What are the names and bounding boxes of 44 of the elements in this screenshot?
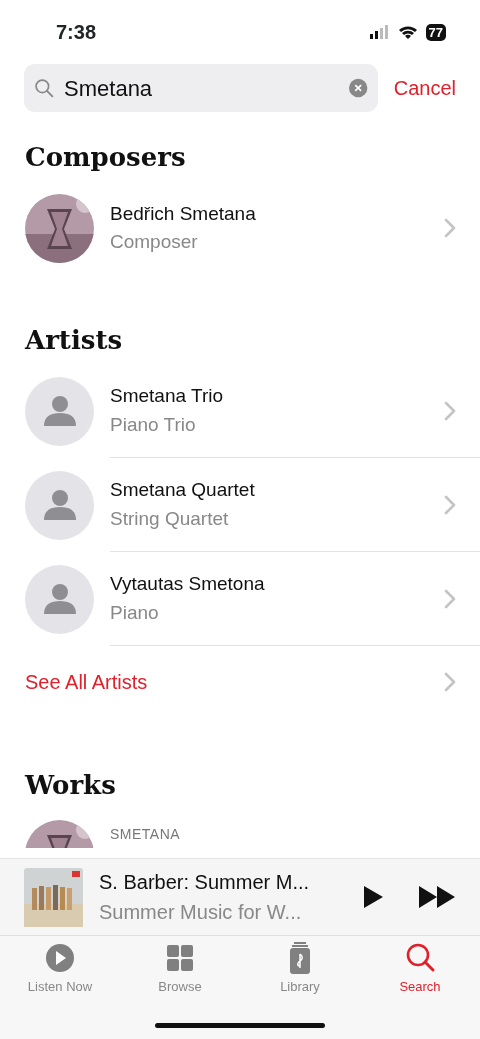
item-title: Smetana Quartet [110,478,256,503]
list-row[interactable]: Vytautas Smetona Piano [25,552,480,647]
mini-player[interactable]: S. Barber: Summer M... Summer Music for W... [0,858,480,936]
tab[interactable]: Search [360,936,480,997]
list-row[interactable]: Bedřich Smetana Composer [25,181,480,276]
battery-indicator: 77 [425,23,446,41]
status-time: 7:38 [56,20,97,45]
chevron-icon [444,672,456,693]
track-subtitle: Summer Music for W... [99,900,303,925]
cancel-button[interactable]: Cancel [393,73,456,103]
list-row[interactable]: Smetana Quartet String Quartet [25,458,480,553]
track-title: S. Barber: Summer M... [99,870,311,895]
clear-icon[interactable] [349,77,368,99]
section-heading: Works [25,770,117,802]
chevron-icon [444,494,456,515]
list-row[interactable]: Smetana Trio Piano Trio [25,364,480,459]
grid-icon [164,942,196,974]
item-title: Smetana Trio [110,384,224,409]
section-heading: Artists [25,325,124,357]
see-all-label: See All Artists [25,670,148,696]
search-field[interactable]: Smetana [62,70,342,106]
signal-icon [369,25,390,39]
search-bar[interactable]: Smetana [24,64,378,112]
item-subtitle: String Quartet [110,506,230,531]
item-subtitle: Piano [110,600,160,625]
work-composer: SMETANA [110,825,182,845]
chevron-icon [444,218,456,239]
chevron-icon [444,400,456,421]
wifi-icon [397,24,418,40]
search-icon [34,76,55,100]
item-title: Bedřich Smetana [110,201,257,226]
search-icon [404,942,436,974]
section-heading: Composers [25,142,187,174]
play-icon[interactable] [362,885,384,909]
chevron-icon [444,588,456,609]
person-icon [43,584,76,615]
item-title: Vytautas Smetona [110,572,266,597]
item-subtitle: Piano Trio [110,412,197,437]
see-all-link[interactable]: See All Artists [25,646,480,719]
fast-forward-icon[interactable] [418,885,456,909]
item-subtitle: Composer [110,230,199,255]
person-icon [43,490,76,521]
play-circle-icon [44,942,76,974]
person-icon [43,396,76,427]
